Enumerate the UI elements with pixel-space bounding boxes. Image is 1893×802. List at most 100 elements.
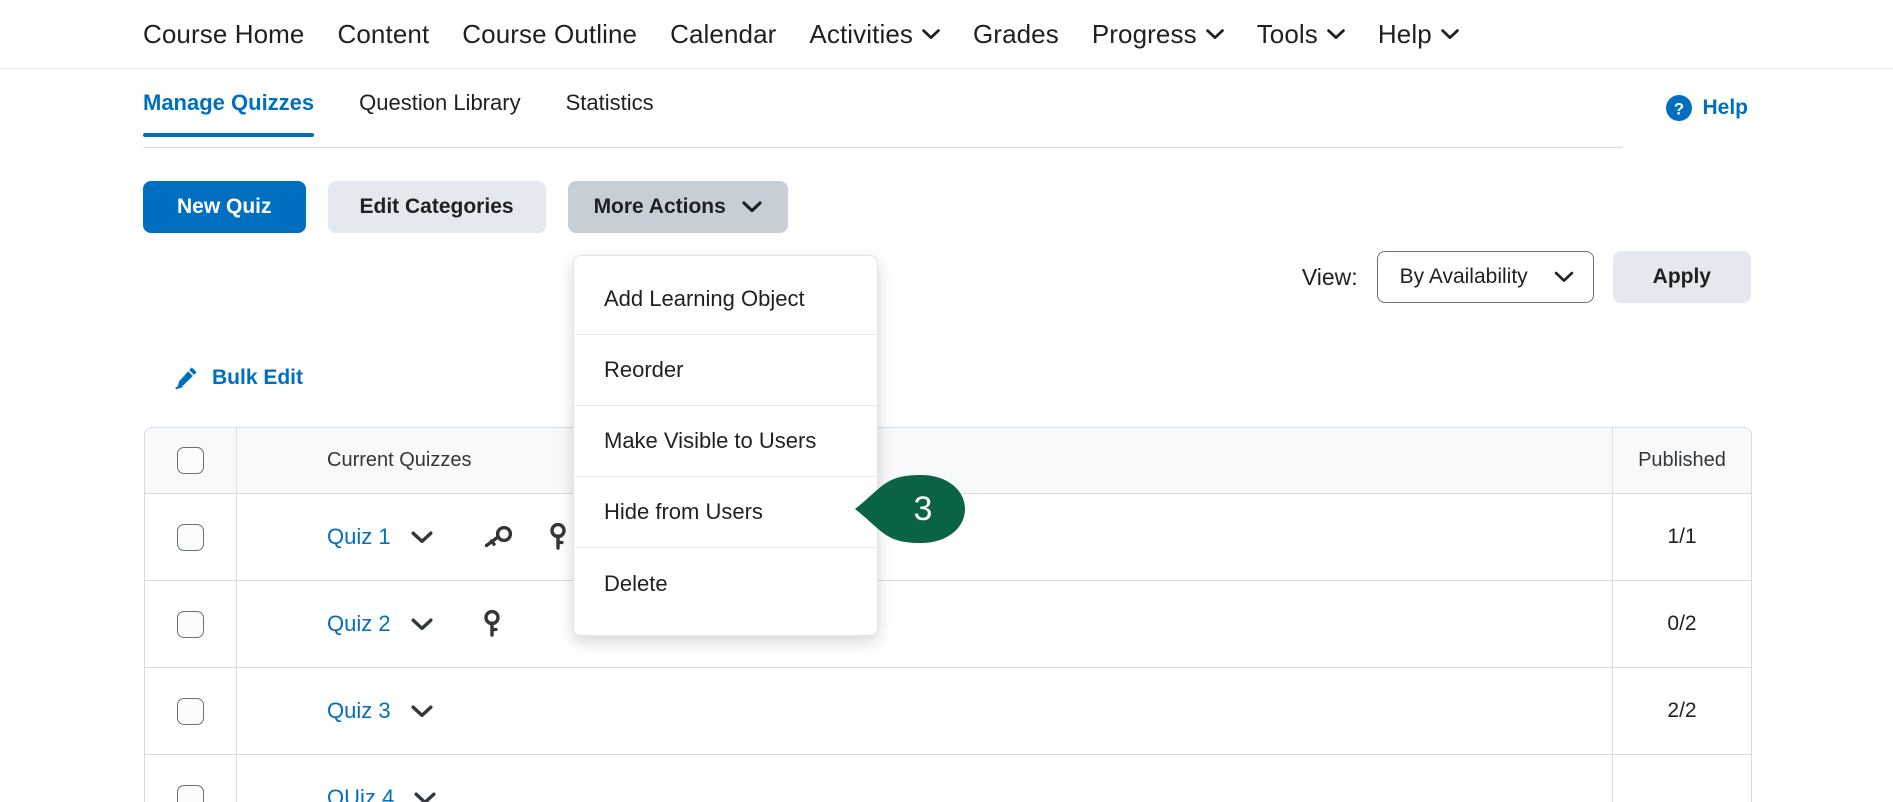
chevron-down-icon[interactable] bbox=[411, 705, 433, 718]
nav-item-progress[interactable]: Progress bbox=[1092, 19, 1224, 50]
row-checkbox-cell bbox=[145, 494, 237, 581]
manage-quizzes-page: Course Home Content Course Outline Calen… bbox=[0, 0, 1893, 802]
menu-item-label: Add Learning Object bbox=[604, 286, 805, 311]
nav-item-course-outline[interactable]: Course Outline bbox=[462, 19, 637, 50]
row-published-cell bbox=[1612, 755, 1751, 802]
view-select[interactable]: By Availability bbox=[1376, 251, 1594, 303]
row-published-cell: 2/2 bbox=[1612, 668, 1751, 755]
step-callout-3: 3 bbox=[855, 475, 965, 543]
bulk-edit-button[interactable]: Bulk Edit bbox=[173, 365, 303, 391]
chevron-down-icon bbox=[1440, 28, 1459, 40]
help-circle-icon: ? bbox=[1666, 95, 1693, 121]
row-name-cell: QUiz 4 bbox=[237, 755, 1612, 802]
nav-item-calendar[interactable]: Calendar bbox=[670, 19, 776, 50]
table-row: QUiz 4 bbox=[145, 755, 1751, 802]
nav-item-label: Calendar bbox=[670, 18, 777, 49]
menu-item-delete[interactable]: Delete bbox=[574, 548, 877, 619]
column-header-label: Published bbox=[1638, 449, 1726, 471]
quiz-link[interactable]: QUiz 4 bbox=[327, 785, 394, 802]
tab-list: Manage Quizzes Question Library Statisti… bbox=[143, 90, 699, 137]
row-published-cell: 0/2 bbox=[1612, 581, 1751, 668]
quiz-name-group: Quiz 3 bbox=[327, 698, 1612, 724]
lock-key-icon[interactable] bbox=[549, 523, 567, 551]
new-quiz-button[interactable]: New Quiz bbox=[143, 181, 306, 233]
nav-item-content[interactable]: Content bbox=[338, 19, 430, 50]
quiz-name-group: QUiz 4 bbox=[327, 785, 1612, 802]
row-checkbox-cell bbox=[145, 581, 237, 668]
menu-item-reorder[interactable]: Reorder bbox=[574, 335, 877, 406]
pencil-icon bbox=[173, 365, 199, 391]
action-button-row: New Quiz Edit Categories More Actions bbox=[143, 181, 788, 233]
more-actions-button[interactable]: More Actions bbox=[567, 181, 788, 233]
bulk-edit-label: Bulk Edit bbox=[212, 366, 304, 389]
tool-tab-strip: Manage Quizzes Question Library Statisti… bbox=[0, 69, 1893, 149]
apply-label: Apply bbox=[1652, 265, 1711, 288]
key-icon[interactable] bbox=[483, 526, 513, 548]
nav-item-label: Activities bbox=[809, 18, 913, 49]
quiz-name-group: Quiz 2 bbox=[327, 610, 1612, 638]
row-published-cell: 1/1 bbox=[1612, 494, 1751, 581]
row-checkbox[interactable] bbox=[177, 784, 204, 802]
chevron-down-icon bbox=[742, 201, 762, 213]
edit-categories-button[interactable]: Edit Categories bbox=[327, 181, 546, 233]
svg-text:?: ? bbox=[1674, 100, 1684, 119]
table-row: Quiz 3 2/2 bbox=[145, 668, 1751, 755]
course-navbar: Course Home Content Course Outline Calen… bbox=[0, 0, 1893, 69]
nav-item-tools[interactable]: Tools bbox=[1257, 19, 1345, 50]
nav-item-help[interactable]: Help bbox=[1378, 19, 1459, 50]
chevron-down-icon bbox=[1554, 271, 1574, 283]
menu-item-hide-from-users[interactable]: Hide from Users bbox=[574, 477, 877, 548]
column-header-published: Published bbox=[1612, 428, 1751, 494]
chevron-down-icon bbox=[1205, 28, 1224, 40]
help-label: Help bbox=[1702, 96, 1748, 119]
select-all-checkbox[interactable] bbox=[177, 447, 204, 474]
tab-statistics[interactable]: Statistics bbox=[566, 90, 654, 137]
row-checkbox[interactable] bbox=[177, 610, 204, 638]
new-quiz-label: New Quiz bbox=[177, 195, 272, 218]
tab-label: Statistics bbox=[565, 90, 654, 115]
quiz-link[interactable]: Quiz 1 bbox=[327, 524, 391, 550]
menu-item-label: Hide from Users bbox=[604, 499, 763, 524]
edit-categories-label: Edit Categories bbox=[359, 195, 514, 218]
tab-label: Question Library bbox=[359, 90, 521, 115]
menu-item-add-learning-object[interactable]: Add Learning Object bbox=[574, 264, 877, 335]
tab-manage-quizzes[interactable]: Manage Quizzes bbox=[143, 90, 315, 137]
menu-item-label: Reorder bbox=[604, 357, 684, 382]
chevron-down-icon[interactable] bbox=[414, 792, 436, 802]
view-label: View: bbox=[1301, 263, 1358, 290]
nav-item-activities[interactable]: Activities bbox=[809, 19, 940, 50]
lock-key-icon[interactable] bbox=[483, 610, 501, 638]
quiz-link[interactable]: Quiz 2 bbox=[327, 611, 391, 637]
row-checkbox-cell bbox=[145, 668, 237, 755]
menu-item-label: Delete bbox=[604, 570, 668, 596]
nav-item-label: Progress bbox=[1091, 18, 1197, 49]
menu-item-make-visible-to-users[interactable]: Make Visible to Users bbox=[574, 406, 877, 477]
nav-item-grades[interactable]: Grades bbox=[973, 19, 1059, 50]
tab-label: Manage Quizzes bbox=[143, 90, 315, 115]
chevron-down-icon[interactable] bbox=[411, 618, 433, 631]
nav-item-label: Content bbox=[337, 18, 430, 49]
more-actions-label: More Actions bbox=[593, 195, 726, 218]
nav-item-label: Tools bbox=[1256, 18, 1318, 49]
chevron-down-icon[interactable] bbox=[411, 531, 433, 544]
nav-item-course-home[interactable]: Course Home bbox=[143, 19, 305, 50]
select-all-cell bbox=[145, 428, 237, 494]
callout-number: 3 bbox=[913, 489, 933, 528]
row-checkbox[interactable] bbox=[177, 697, 204, 725]
column-header-label: Current Quizzes bbox=[327, 449, 472, 471]
menu-item-label: Make Visible to Users bbox=[604, 428, 817, 453]
chevron-down-icon bbox=[1327, 28, 1345, 40]
more-actions-dropdown: Add Learning Object Reorder Make Visible… bbox=[573, 255, 878, 636]
quiz-link[interactable]: Quiz 3 bbox=[327, 698, 391, 724]
chevron-down-icon bbox=[922, 28, 940, 40]
help-link[interactable]: ? Help bbox=[1666, 95, 1748, 121]
row-name-cell: Quiz 3 bbox=[237, 668, 1612, 755]
tab-question-library[interactable]: Question Library bbox=[359, 90, 520, 137]
row-checkbox[interactable] bbox=[177, 523, 204, 551]
nav-item-label: Course Outline bbox=[462, 18, 638, 49]
tab-divider bbox=[143, 147, 1622, 148]
row-name-cell: Quiz 2 bbox=[237, 581, 1612, 668]
apply-button[interactable]: Apply bbox=[1612, 251, 1751, 303]
nav-item-label: Course Home bbox=[143, 18, 305, 49]
view-select-value: By Availability bbox=[1399, 265, 1528, 288]
